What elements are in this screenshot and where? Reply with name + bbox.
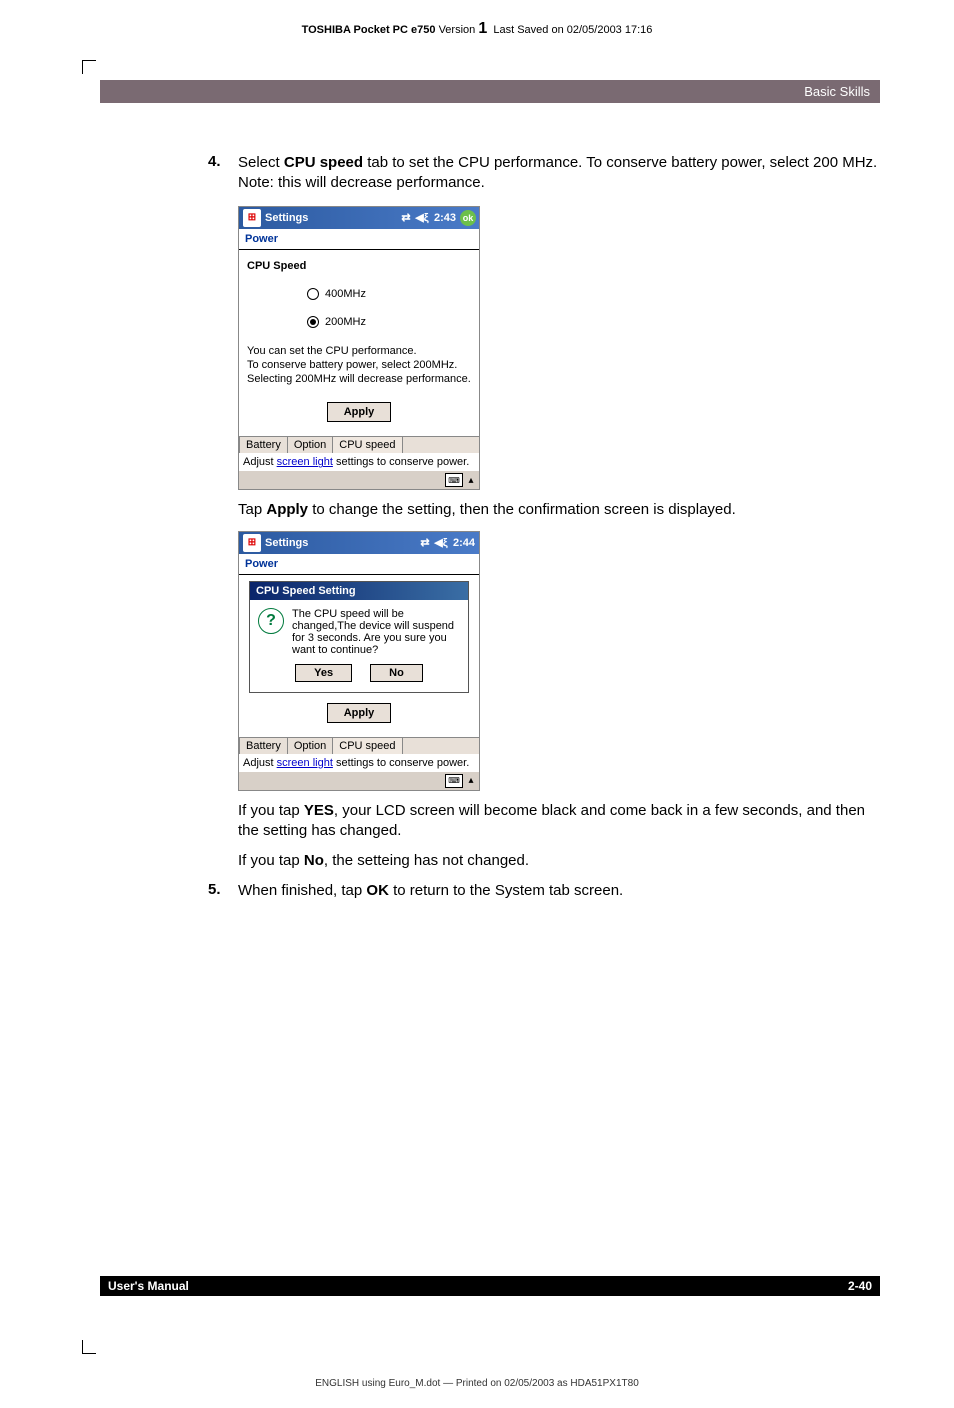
- speaker-icon[interactable]: ◀ξ: [414, 211, 430, 224]
- clock-time: 2:43: [434, 212, 456, 224]
- dialog-title: CPU Speed Setting: [250, 582, 468, 600]
- step-4-text: Select CPU speed tab to set the CPU perf…: [238, 153, 880, 194]
- ppc-subtitle-2: Power: [239, 554, 479, 575]
- apply-button-2[interactable]: Apply: [327, 703, 392, 723]
- no-button[interactable]: No: [370, 664, 423, 682]
- hint-pre-2: Adjust: [243, 757, 277, 769]
- ppc-titlebar-2: ⊞ Settings ⇄ ◀ξ 2:44: [239, 532, 479, 554]
- step-4-number: 4.: [100, 153, 238, 194]
- product-name: TOSHIBA Pocket PC e750: [302, 24, 436, 36]
- ppc-hint-2: Adjust screen light settings to conserve…: [239, 754, 479, 772]
- ppc-hint: Adjust screen light settings to conserve…: [239, 453, 479, 471]
- screen-light-link-2[interactable]: screen light: [277, 757, 333, 769]
- radio-200mhz[interactable]: 200MHz: [307, 316, 471, 328]
- radio-200-label: 200MHz: [325, 316, 366, 328]
- footer-left: User's Manual: [108, 1279, 189, 1293]
- step-5-text: When finished, tap OK to return to the S…: [238, 881, 623, 901]
- windows-flag-icon[interactable]: ⊞: [243, 209, 261, 227]
- arrow-up-icon[interactable]: ▴: [465, 473, 477, 487]
- after-text-2: If you tap No, the setteing has not chan…: [238, 851, 880, 871]
- tab-cpu-speed-2[interactable]: CPU speed: [332, 737, 402, 754]
- mid-post: to change the setting, then the confirma…: [308, 501, 736, 518]
- keyboard-icon[interactable]: ⌨: [445, 473, 463, 487]
- step5-bold: OK: [366, 882, 389, 899]
- radio-400-label: 400MHz: [325, 288, 366, 300]
- mid-pre: Tap: [238, 501, 266, 518]
- after1-bold: YES: [304, 802, 334, 819]
- screenshot-cpu-speed: ⊞ Settings ⇄ ◀ξ 2:43 ok Power CPU Speed …: [238, 206, 480, 491]
- mid-bold: Apply: [266, 501, 308, 518]
- step5-post: to return to the System tab screen.: [389, 882, 623, 899]
- arrow-up-icon[interactable]: ▴: [465, 774, 477, 788]
- hint-pre: Adjust: [243, 456, 277, 468]
- tab-cpu-speed[interactable]: CPU speed: [332, 436, 402, 453]
- hint-post: settings to conserve power.: [333, 456, 469, 468]
- tab-option-2[interactable]: Option: [287, 737, 333, 754]
- ok-button[interactable]: ok: [460, 210, 476, 226]
- question-icon: ?: [258, 608, 284, 634]
- step-4: 4. Select CPU speed tab to set the CPU p…: [100, 153, 880, 194]
- crop-mark-top: [82, 60, 96, 74]
- tab-battery[interactable]: Battery: [239, 436, 288, 453]
- confirm-dialog: CPU Speed Setting ? The CPU speed will b…: [249, 581, 469, 693]
- speaker-icon[interactable]: ◀ξ: [433, 536, 449, 549]
- ppc-subtitle: Power: [239, 229, 479, 250]
- signal-icon[interactable]: ⇄: [398, 211, 414, 224]
- after2-pre: If you tap: [238, 852, 304, 869]
- step-4-pre: Select: [238, 154, 284, 171]
- ppc-bottom-bar-2: ⌨ ▴: [239, 772, 479, 790]
- saved-date: Last Saved on 02/05/2003 17:16: [493, 24, 652, 36]
- after2-bold: No: [304, 852, 324, 869]
- version-num: 1: [478, 20, 487, 37]
- footer-print-line: ENGLISH using Euro_M.dot — Printed on 02…: [0, 1378, 954, 1389]
- mid-text: Tap Apply to change the setting, then th…: [238, 500, 880, 520]
- after-text-1: If you tap YES, your LCD screen will bec…: [238, 801, 880, 842]
- step-5-number: 5.: [100, 881, 238, 901]
- version-label: Version: [439, 24, 476, 36]
- page-header: TOSHIBA Pocket PC e750 Version 1 Last Sa…: [0, 20, 954, 38]
- screenshot-confirm-dialog: ⊞ Settings ⇄ ◀ξ 2:44 Power CPU Speed Set…: [238, 531, 480, 791]
- tab-filler: [402, 436, 479, 453]
- section-bar: Basic Skills: [100, 80, 880, 103]
- radio-400mhz[interactable]: 400MHz: [307, 288, 471, 300]
- yes-button[interactable]: Yes: [295, 664, 352, 682]
- signal-icon[interactable]: ⇄: [417, 536, 433, 549]
- ppc-titlebar: ⊞ Settings ⇄ ◀ξ 2:43 ok: [239, 207, 479, 229]
- dialog-body-text: The CPU speed will be changed,The device…: [292, 608, 460, 656]
- apply-button[interactable]: Apply: [327, 402, 392, 422]
- tab-filler-2: [402, 737, 479, 754]
- tab-battery-2[interactable]: Battery: [239, 737, 288, 754]
- hint-post-2: settings to conserve power.: [333, 757, 469, 769]
- ppc-tabs-2: Battery Option CPU speed: [239, 737, 479, 754]
- step-5: 5. When finished, tap OK to return to th…: [100, 881, 880, 901]
- footer-bar: User's Manual 2-40: [100, 1276, 880, 1296]
- after1-pre: If you tap: [238, 802, 304, 819]
- radio-icon: [307, 288, 319, 300]
- keyboard-icon[interactable]: ⌨: [445, 774, 463, 788]
- step5-pre: When finished, tap: [238, 882, 366, 899]
- cpu-info-text: You can set the CPU performance. To cons…: [247, 344, 471, 387]
- tab-option[interactable]: Option: [287, 436, 333, 453]
- after2-post: , the setteing has not changed.: [324, 852, 529, 869]
- cpu-speed-heading: CPU Speed: [247, 260, 471, 272]
- ppc-tabs: Battery Option CPU speed: [239, 436, 479, 453]
- footer-right: 2-40: [848, 1279, 872, 1293]
- windows-flag-icon[interactable]: ⊞: [243, 534, 261, 552]
- ppc-bottom-bar: ⌨ ▴: [239, 471, 479, 489]
- screen-light-link[interactable]: screen light: [277, 456, 333, 468]
- crop-mark-bottom: [82, 1340, 96, 1354]
- radio-icon-selected: [307, 316, 319, 328]
- ppc-title-2: Settings: [265, 537, 417, 549]
- step-4-bold: CPU speed: [284, 154, 363, 171]
- ppc-title: Settings: [265, 212, 398, 224]
- clock-time-2: 2:44: [453, 537, 475, 549]
